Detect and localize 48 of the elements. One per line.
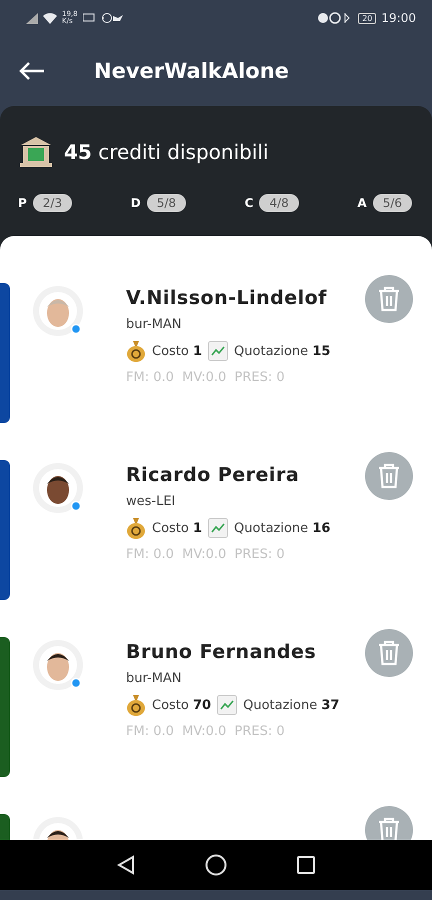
trend-icon xyxy=(208,518,228,538)
money-bag-icon xyxy=(126,694,146,716)
role-letter: D xyxy=(130,196,141,210)
quote-value: Quotazione 37 xyxy=(243,698,340,712)
avatar xyxy=(32,285,84,337)
back-nav-icon[interactable] xyxy=(117,855,135,875)
recents-nav-icon[interactable] xyxy=(297,856,315,874)
trash-icon xyxy=(377,286,401,312)
role-count: 2/3 xyxy=(32,194,72,212)
player-name: V.Nilsson-Lindelof xyxy=(126,287,328,309)
role-count: 5/6 xyxy=(372,194,412,212)
player-stats: FM: 0.0 MV:0.0 PRES: 0 xyxy=(126,370,286,385)
bank-icon xyxy=(18,136,54,168)
quote-value: Quotazione 16 xyxy=(234,520,330,536)
cost-value: Costo 70 xyxy=(152,698,212,712)
cost-value: Costo 1 xyxy=(152,344,202,358)
avatar xyxy=(32,639,84,691)
role-letter: A xyxy=(357,196,367,210)
credit-amount: 45 xyxy=(64,140,92,164)
player-name: Ricardo Pereira xyxy=(126,464,300,486)
trend-icon xyxy=(217,695,238,715)
avatar xyxy=(32,462,84,514)
role-letter: P xyxy=(18,196,27,210)
trash-icon xyxy=(377,463,401,489)
battery-icon: 20 xyxy=(358,12,376,24)
page-title: NeverWalkAlone xyxy=(94,59,289,83)
player-team: bur-MAN xyxy=(126,671,183,686)
role-letter: C xyxy=(244,196,254,210)
clock: 19:00 xyxy=(381,11,416,25)
home-nav-icon[interactable] xyxy=(205,854,227,876)
role-count: 4/8 xyxy=(259,194,299,212)
trend-icon xyxy=(208,341,228,361)
player-stats: FM: 0.0 MV:0.0 PRES: 0 xyxy=(126,724,286,739)
player-team: wes-LEI xyxy=(126,494,176,509)
wifi-icon xyxy=(43,12,57,24)
player-name: Bruno Fernandes xyxy=(126,641,318,663)
signal-icon xyxy=(26,12,38,24)
trash-icon xyxy=(377,640,401,666)
money-bag-icon xyxy=(126,517,146,539)
cost-value: Costo 1 xyxy=(152,520,202,536)
back-icon[interactable] xyxy=(18,61,46,81)
credit-label: crediti disponibili xyxy=(98,140,268,164)
player-stats: FM: 0.0 MV:0.0 PRES: 0 xyxy=(126,547,286,562)
player-team: bur-MAN xyxy=(126,317,183,332)
money-bag-icon xyxy=(126,340,146,362)
trash-icon xyxy=(377,817,401,840)
quote-value: Quotazione 15 xyxy=(234,344,330,358)
role-count: 5/8 xyxy=(146,194,186,212)
